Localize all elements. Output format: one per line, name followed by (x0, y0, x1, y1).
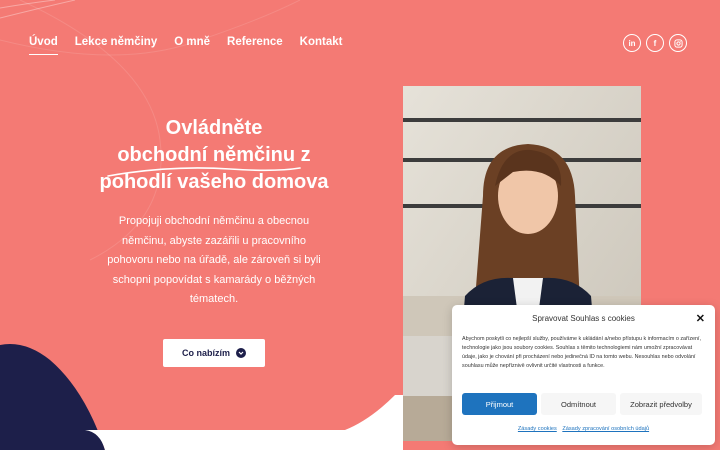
instagram-icon[interactable] (669, 34, 687, 52)
facebook-icon[interactable]: f (646, 34, 664, 52)
nav-item-kontakt[interactable]: Kontakt (300, 36, 343, 55)
nav-item-lekce-nemciny[interactable]: Lekce němčiny (75, 36, 157, 55)
hero-title-line-1: Ovládněte (165, 117, 263, 139)
nav-item-uvod[interactable]: Úvod (29, 36, 58, 55)
privacy-policy-link[interactable]: Zásady zpracování osobních údajů (562, 426, 649, 432)
nav-item-o-mne[interactable]: O mně (174, 36, 210, 55)
cookie-dialog-buttons: Přijmout Odmítnout Zobrazit předvolby (462, 393, 702, 415)
title-underline-swoosh (107, 167, 301, 177)
cta-label: Co nabízím (181, 348, 230, 358)
view-preferences-button[interactable]: Zobrazit předvolby (620, 393, 702, 415)
cookie-policy-link[interactable]: Zásady cookies (518, 426, 557, 432)
social-links: in f (623, 34, 687, 52)
nav-item-reference[interactable]: Reference (227, 36, 283, 55)
linkedin-icon[interactable]: in (623, 34, 641, 52)
cookie-dialog-links: Zásady cookies Zásady zpracování osobníc… (452, 426, 715, 432)
hero-description: Propojuji obchodní němčinu a obecnou něm… (107, 215, 321, 305)
deny-cookies-button[interactable]: Odmítnout (541, 393, 616, 415)
close-icon[interactable]: ✕ (696, 312, 705, 325)
cookie-consent-dialog: Spravovat Souhlas s cookies ✕ Abychom po… (452, 305, 715, 445)
co-nabizim-button[interactable]: Co nabízím (163, 339, 265, 367)
accept-cookies-button[interactable]: Přijmout (462, 393, 537, 415)
cookie-dialog-body: Abychom poskytli co nejlepší služby, pou… (462, 336, 702, 369)
chevron-down-icon (236, 348, 246, 358)
hero-title: Ovládněte obchodní němčinu z pohodlí vaš… (80, 115, 348, 196)
cookie-dialog-title: Spravovat Souhlas s cookies (532, 314, 635, 323)
main-navigation: Úvod Lekce němčiny O mně Reference Konta… (29, 36, 342, 55)
